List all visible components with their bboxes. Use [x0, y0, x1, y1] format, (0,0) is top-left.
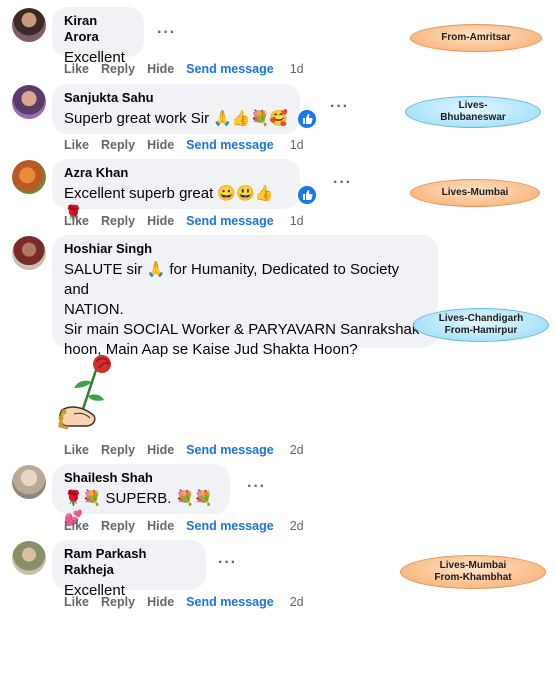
avatar[interactable]	[12, 236, 46, 270]
send-message-button[interactable]: Send message	[186, 595, 274, 609]
comment-bubble: Kiran Arora Excellent	[52, 7, 144, 66]
comment-actions: Like Reply Hide Send message 2d	[64, 595, 316, 609]
timestamp[interactable]: 2d	[290, 519, 304, 533]
more-options-icon[interactable]: ···	[218, 555, 237, 571]
comment-bubble: Ram Parkash Rakheja Excellent	[52, 540, 206, 599]
reply-button[interactable]: Reply	[101, 519, 135, 533]
send-message-button[interactable]: Send message	[186, 62, 274, 76]
callout-text: Lives-Mumbai	[439, 560, 507, 571]
timestamp[interactable]: 1d	[290, 138, 304, 152]
send-message-button[interactable]: Send message	[186, 519, 274, 533]
send-message-button[interactable]: Send message	[186, 443, 274, 457]
callout-text: From-Amritsar	[441, 32, 511, 43]
like-button[interactable]: Like	[64, 595, 89, 609]
location-callout: Lives-Mumbai	[410, 179, 540, 207]
callout-text: Bhubaneswar	[440, 112, 506, 123]
comment-text-line-3: Sir main SOCIAL Worker & PARYAVARN Sanra…	[64, 321, 420, 338]
location-callout: Lives- Bhubaneswar	[405, 96, 541, 128]
rose-hand-sticker[interactable]	[52, 352, 132, 434]
comment-author[interactable]: Ram Parkash Rakheja	[64, 546, 194, 578]
comment-text-line-1: SALUTE sir 🙏 for Humanity, Dedicated to …	[64, 261, 400, 298]
callout-text: From-Khambhat	[434, 572, 512, 583]
send-message-button[interactable]: Send message	[186, 214, 274, 228]
comment-author[interactable]: Hoshiar Singh	[64, 241, 426, 257]
reply-button[interactable]: Reply	[101, 138, 135, 152]
comment-actions: Like Reply Hide Send message 1d	[64, 138, 316, 152]
timestamp[interactable]: 1d	[290, 214, 304, 228]
callout-text: Lives-	[458, 100, 488, 111]
like-button[interactable]: Like	[64, 443, 89, 457]
hide-button[interactable]: Hide	[147, 62, 174, 76]
callout-text: From-Hamirpur	[444, 325, 518, 336]
avatar[interactable]	[12, 85, 46, 119]
comment-bubble: Hoshiar Singh SALUTE sir 🙏 for Humanity,…	[52, 235, 438, 358]
avatar[interactable]	[12, 8, 46, 42]
comment-author[interactable]: Kiran Arora	[64, 13, 132, 45]
hide-button[interactable]: Hide	[147, 443, 174, 457]
like-button[interactable]: Like	[64, 519, 89, 533]
comment-text-line-2: NATION.	[64, 301, 124, 318]
comment-bubble: Sanjukta Sahu Superb great work Sir 🙏👍💐🥰	[52, 84, 300, 134]
avatar[interactable]	[12, 465, 46, 499]
avatar[interactable]	[12, 541, 46, 575]
more-options-icon[interactable]: ···	[157, 25, 176, 41]
reply-button[interactable]: Reply	[101, 595, 135, 609]
hide-button[interactable]: Hide	[147, 214, 174, 228]
comment-actions: Like Reply Hide Send message 2d	[64, 519, 316, 533]
location-callout: Lives-Mumbai From-Khambhat	[400, 555, 546, 589]
location-callout: From-Amritsar	[410, 24, 542, 52]
comment-actions: Like Reply Hide Send message 2d	[64, 443, 316, 457]
hide-button[interactable]: Hide	[147, 595, 174, 609]
like-reaction-icon	[296, 184, 318, 206]
comment-actions: Like Reply Hide Send message 1d	[64, 62, 316, 76]
comment-text: Superb great work Sir 🙏👍💐🥰	[64, 110, 288, 127]
like-reaction-icon	[296, 108, 318, 130]
send-message-button[interactable]: Send message	[186, 138, 274, 152]
comment-author[interactable]: Azra Khan	[64, 165, 288, 181]
timestamp[interactable]: 2d	[290, 443, 304, 457]
callout-text: Lives-Chandigarh	[438, 313, 524, 324]
timestamp[interactable]: 1d	[290, 62, 304, 76]
more-options-icon[interactable]: ···	[330, 99, 349, 115]
avatar[interactable]	[12, 160, 46, 194]
location-callout: Lives-Chandigarh From-Hamirpur	[413, 308, 549, 342]
comment-bubble: Azra Khan Excellent superb great 😀😃👍🌹	[52, 159, 300, 222]
reply-button[interactable]: Reply	[101, 62, 135, 76]
like-button[interactable]: Like	[64, 62, 89, 76]
timestamp[interactable]: 2d	[290, 595, 304, 609]
hide-button[interactable]: Hide	[147, 138, 174, 152]
more-options-icon[interactable]: ···	[333, 175, 352, 191]
more-options-icon[interactable]: ···	[247, 479, 266, 495]
like-button[interactable]: Like	[64, 214, 89, 228]
comment-author[interactable]: Shailesh Shah	[64, 470, 218, 486]
reply-button[interactable]: Reply	[101, 443, 135, 457]
hide-button[interactable]: Hide	[147, 519, 174, 533]
comment-bubble: Shailesh Shah 🌹💐 SUPERB. 💐💐💕	[52, 464, 230, 527]
comment-author[interactable]: Sanjukta Sahu	[64, 90, 288, 106]
callout-text: Lives-Mumbai	[441, 187, 509, 198]
like-button[interactable]: Like	[64, 138, 89, 152]
comment-actions: Like Reply Hide Send message 1d	[64, 214, 316, 228]
reply-button[interactable]: Reply	[101, 214, 135, 228]
